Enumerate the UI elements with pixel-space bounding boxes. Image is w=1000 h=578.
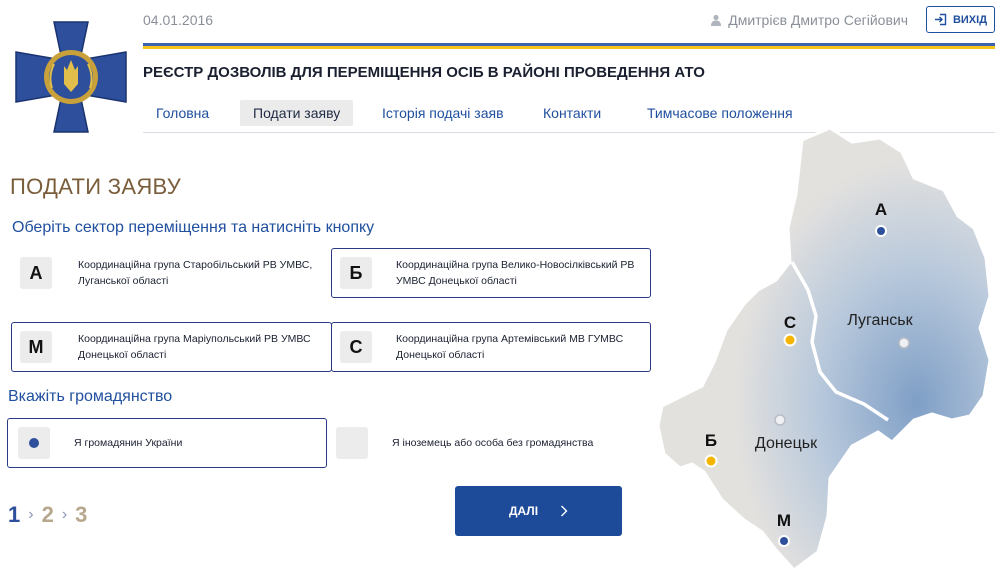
sector-text-b: Координаційна група Велико-Новосілківськ… xyxy=(396,259,635,287)
radio-selected-dot xyxy=(29,438,39,448)
user-icon xyxy=(711,14,722,26)
sbu-emblem-icon xyxy=(15,21,127,133)
region-map: А С Луганськ Донецьк Б М xyxy=(656,126,992,573)
step-1: 1 xyxy=(8,502,21,527)
citizenship-label-ukraine: Я громадянин України xyxy=(74,437,183,449)
user-info: Дмитрієв Дмитро Сегійович xyxy=(710,12,908,28)
sector-letter-a: А xyxy=(20,257,52,289)
nav-item-submit-application[interactable]: Подати заяву xyxy=(240,100,354,126)
next-button[interactable]: ДАЛІ xyxy=(455,486,622,536)
sector-card-b[interactable]: Б Координаційна група Велико-Новосілківс… xyxy=(331,248,651,298)
nav-item-home[interactable]: Головна xyxy=(143,100,222,126)
step-3: 3 xyxy=(75,502,88,527)
step-indicator: 1 › 2 › 3 xyxy=(8,502,87,528)
nav-item-history[interactable]: Історія подачі заяв xyxy=(369,100,517,126)
city-label-donetsk: Донецьк xyxy=(755,435,818,452)
logout-label: ВИХІД xyxy=(952,13,988,26)
step-2: 2 xyxy=(41,502,54,527)
radio-button-foreigner[interactable] xyxy=(336,427,368,459)
region-map-shape xyxy=(656,126,992,573)
sector-text-s: Координаційна група Артемівський МВ ГУМВ… xyxy=(396,333,624,361)
chevron-right-icon xyxy=(561,505,568,517)
marker-label-b: Б xyxy=(705,431,717,450)
sector-prompt: Оберіть сектор переміщення та натисніть … xyxy=(12,219,375,236)
current-date: 04.01.2016 xyxy=(143,12,214,28)
sector-card-s[interactable]: С Координаційна група Артемівський МВ ГУ… xyxy=(331,322,651,372)
logout-icon xyxy=(934,13,947,26)
chevron-right-icon: › xyxy=(61,506,68,523)
sector-card-m[interactable]: М Координаційна група Маріупольський РВ … xyxy=(11,322,332,372)
sector-card-a[interactable]: А Координаційна група Старобільський РВ … xyxy=(11,248,331,298)
marker-label-s: С xyxy=(784,313,796,332)
user-name: Дмитрієв Дмитро Сегійович xyxy=(728,12,908,28)
marker-label-m: М xyxy=(777,511,791,530)
citizenship-prompt: Вкажіть громадянство xyxy=(8,388,173,405)
sector-text-a: Координаційна група Старобільський РВ УМ… xyxy=(78,259,313,287)
radio-button-ukraine[interactable] xyxy=(18,427,50,459)
citizenship-option-ukraine[interactable]: Я громадянин України xyxy=(7,418,327,468)
sector-letter-s: С xyxy=(340,331,372,363)
city-dot-luhansk xyxy=(898,337,910,349)
sector-letter-m: М xyxy=(20,331,52,363)
flag-stripe-yellow xyxy=(143,46,995,49)
city-label-luhansk: Луганськ xyxy=(847,312,913,329)
page-title: ПОДАТИ ЗАЯВУ xyxy=(10,174,182,199)
sector-text-m: Координаційна група Маріупольський РВ УМ… xyxy=(78,333,311,361)
sector-letter-b: Б xyxy=(340,257,372,289)
next-button-label: ДАЛІ xyxy=(508,504,539,518)
nav-item-contacts[interactable]: Контакти xyxy=(530,100,614,126)
registry-title: РЕЄСТР ДОЗВОЛІВ ДЛЯ ПЕРЕМІЩЕННЯ ОСІБ В Р… xyxy=(143,64,705,81)
logout-button[interactable]: ВИХІД xyxy=(926,6,995,33)
citizenship-label-foreigner: Я іноземець або особа без громадянства xyxy=(392,437,594,449)
marker-label-a: А xyxy=(875,200,887,219)
citizenship-option-foreigner[interactable]: Я іноземець або особа без громадянства xyxy=(327,418,651,468)
city-dot-donetsk xyxy=(774,414,786,426)
chevron-right-icon: › xyxy=(28,506,34,523)
